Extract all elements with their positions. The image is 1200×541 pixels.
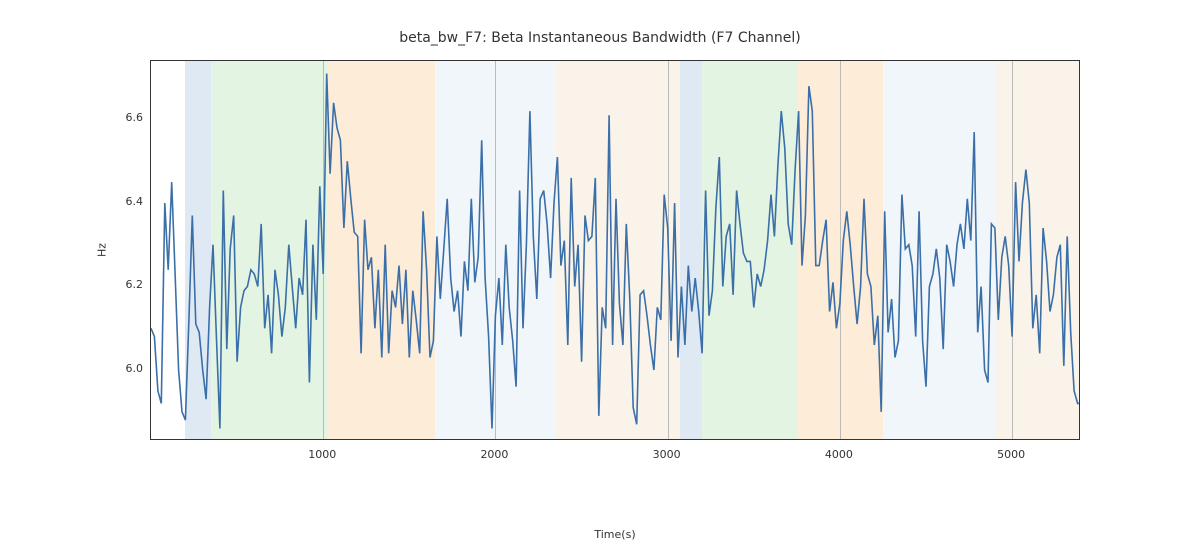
line-series	[151, 61, 1080, 440]
ytick-label: 6.2	[105, 278, 143, 291]
chart-title: beta_bw_F7: Beta Instantaneous Bandwidth…	[0, 30, 1200, 46]
ytick-label: 6.4	[105, 195, 143, 208]
xtick-label: 3000	[653, 448, 681, 461]
y-axis-label: Hz	[96, 243, 109, 257]
ytick-label: 6.6	[105, 111, 143, 124]
xtick-label: 2000	[480, 448, 508, 461]
plot-area	[150, 60, 1080, 440]
x-axis-label: Time(s)	[150, 528, 1080, 541]
series-line	[151, 74, 1080, 429]
ytick-mark	[150, 286, 151, 287]
xtick-label: 5000	[997, 448, 1025, 461]
xtick-label: 4000	[825, 448, 853, 461]
ytick-mark	[150, 119, 151, 120]
chart-container: 10002000300040005000 6.06.26.46.6 Time(s…	[150, 60, 1080, 440]
xtick-label: 1000	[308, 448, 336, 461]
ytick-mark	[150, 203, 151, 204]
ytick-mark	[150, 370, 151, 371]
ytick-label: 6.0	[105, 362, 143, 375]
